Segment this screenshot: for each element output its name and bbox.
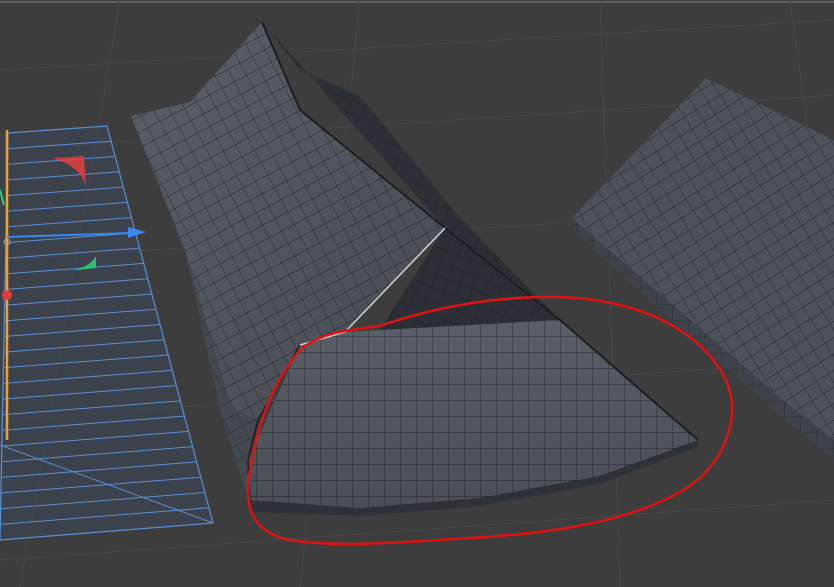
viewport-canvas[interactable] (0, 0, 834, 587)
3d-viewport[interactable] (0, 0, 834, 587)
gizmo-x-handle[interactable] (2, 290, 12, 300)
